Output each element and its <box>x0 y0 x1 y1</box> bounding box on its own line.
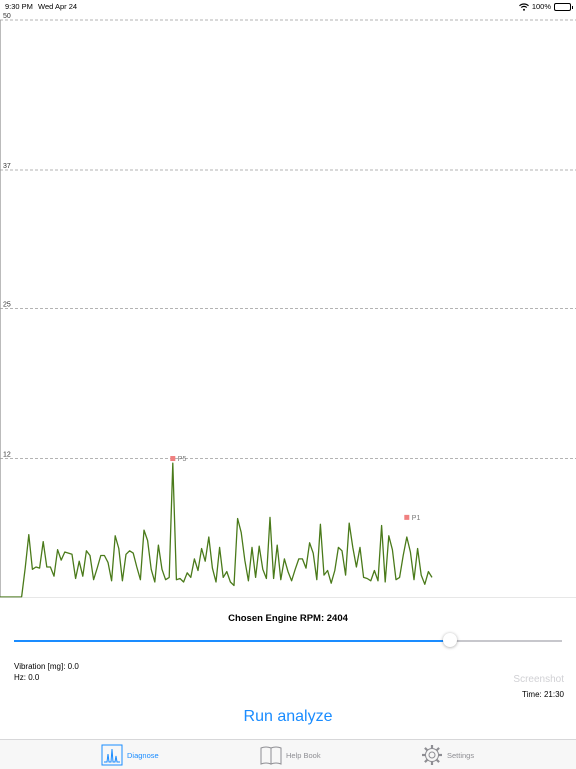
tab-diagnose[interactable]: Diagnose <box>101 744 159 766</box>
chart-svg: 50 37 25 12 P5 P1 <box>0 13 576 598</box>
rpm-label: Chosen Engine RPM: 2404 <box>228 613 348 624</box>
gear-icon <box>422 745 442 765</box>
vibration-series-line <box>0 462 433 598</box>
vibration-chart: 50 37 25 12 P5 P1 <box>0 0 576 600</box>
vibration-readout: Vibration [mg]: 0.0 <box>14 662 79 671</box>
hz-readout: Hz: 0.0 <box>14 673 40 682</box>
book-icon <box>260 746 282 765</box>
tab-label: Diagnose <box>127 750 159 760</box>
y-tick-label: 37 <box>3 163 11 170</box>
tab-help-book[interactable]: Help Book <box>260 744 321 766</box>
y-tick-label: 50 <box>3 13 11 20</box>
peak-marker-label: P1 <box>412 515 421 522</box>
rpm-slider[interactable] <box>14 633 562 647</box>
y-tick-label: 25 <box>3 302 11 309</box>
screenshot-button[interactable]: Screenshot <box>513 674 564 685</box>
time-readout: Time: 21:30 <box>522 690 564 699</box>
tab-label: Settings <box>447 750 475 760</box>
tab-settings[interactable]: Settings <box>421 744 474 766</box>
run-analyze-button[interactable]: Run analyze <box>0 708 576 726</box>
tab-bar: Diagnose Help Book Settings <box>0 739 576 769</box>
peak-marker-label: P5 <box>178 456 187 463</box>
peak-marker <box>170 456 176 462</box>
slider-fill <box>14 640 450 642</box>
slider-thumb[interactable] <box>442 633 457 647</box>
tab-label: Help Book <box>286 750 321 760</box>
y-tick-label: 12 <box>3 452 11 459</box>
waveform-icon <box>101 744 123 766</box>
peak-marker <box>404 514 410 520</box>
